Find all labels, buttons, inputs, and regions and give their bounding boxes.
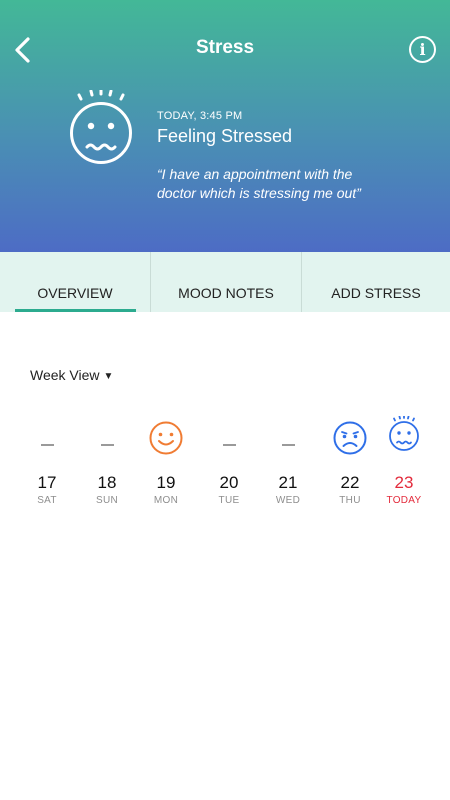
day-of-week: MON bbox=[153, 495, 179, 506]
info-icon: i bbox=[419, 40, 426, 59]
active-tab-indicator bbox=[15, 309, 136, 312]
day-17[interactable]: 17 SAT bbox=[17, 418, 77, 506]
mood-indicator bbox=[136, 418, 196, 456]
day-number: 19 bbox=[156, 473, 176, 492]
day-of-week: THU bbox=[339, 495, 361, 506]
day-number: 17 bbox=[37, 473, 57, 492]
day-of-week: TUE bbox=[218, 495, 240, 506]
dash-icon bbox=[101, 444, 114, 446]
mood-status: Feeling Stressed bbox=[157, 126, 293, 146]
week-view-label: Week View bbox=[30, 367, 100, 383]
happy-face-icon bbox=[149, 421, 183, 455]
no-entry-mood bbox=[199, 418, 259, 456]
dash-icon bbox=[223, 444, 236, 446]
tab-label: OVERVIEW bbox=[37, 285, 113, 301]
info-button[interactable]: i bbox=[409, 36, 436, 63]
no-entry-mood bbox=[17, 418, 77, 456]
day-of-week: SAT bbox=[37, 495, 57, 506]
header: Stress i TODAY, 3:45 PM Feeling Stressed… bbox=[0, 0, 450, 252]
day-of-week: SUN bbox=[95, 495, 118, 506]
mood-indicator bbox=[374, 416, 434, 456]
day-18[interactable]: 18 SUN bbox=[77, 418, 137, 506]
mood-indicator bbox=[320, 418, 380, 456]
tab-bar: OVERVIEW MOOD NOTES ADD STRESS bbox=[0, 252, 450, 312]
day-21[interactable]: 21 WED bbox=[258, 418, 318, 506]
dash-icon bbox=[282, 444, 295, 446]
day-number: 21 bbox=[278, 473, 298, 492]
day-20[interactable]: 20 TUE bbox=[199, 418, 259, 506]
tab-label: MOOD NOTES bbox=[178, 285, 274, 301]
page-title: Stress bbox=[195, 37, 255, 58]
stressed-face-icon bbox=[70, 90, 132, 164]
dash-icon bbox=[41, 444, 54, 446]
no-entry-mood bbox=[258, 418, 318, 456]
day-23-today[interactable]: 23 TODAY bbox=[374, 416, 434, 506]
day-19[interactable]: 19 MON bbox=[136, 418, 196, 506]
tab-mood-notes[interactable]: MOOD NOTES bbox=[150, 252, 301, 312]
day-number: 18 bbox=[97, 473, 117, 492]
sad-face-icon bbox=[333, 421, 367, 455]
stressed-face-icon bbox=[389, 416, 419, 451]
no-entry-mood bbox=[77, 418, 137, 456]
entry-timestamp: TODAY, 3:45 PM bbox=[157, 110, 243, 122]
day-number: 23 bbox=[394, 473, 414, 492]
tab-label: ADD STRESS bbox=[331, 285, 421, 301]
caret-down-icon: ▼ bbox=[103, 371, 114, 382]
day-22[interactable]: 22 THU bbox=[320, 418, 380, 506]
week-view-dropdown[interactable]: Week View ▼ bbox=[30, 367, 113, 383]
tab-add-stress[interactable]: ADD STRESS bbox=[301, 252, 450, 312]
mood-note-quote: “I have an appointment with the doctor w… bbox=[157, 166, 361, 201]
day-number: 20 bbox=[219, 473, 239, 492]
tab-overview[interactable]: OVERVIEW bbox=[0, 252, 150, 312]
day-of-week: WED bbox=[275, 495, 301, 506]
day-number: 22 bbox=[340, 473, 360, 492]
day-of-week: TODAY bbox=[386, 495, 422, 506]
